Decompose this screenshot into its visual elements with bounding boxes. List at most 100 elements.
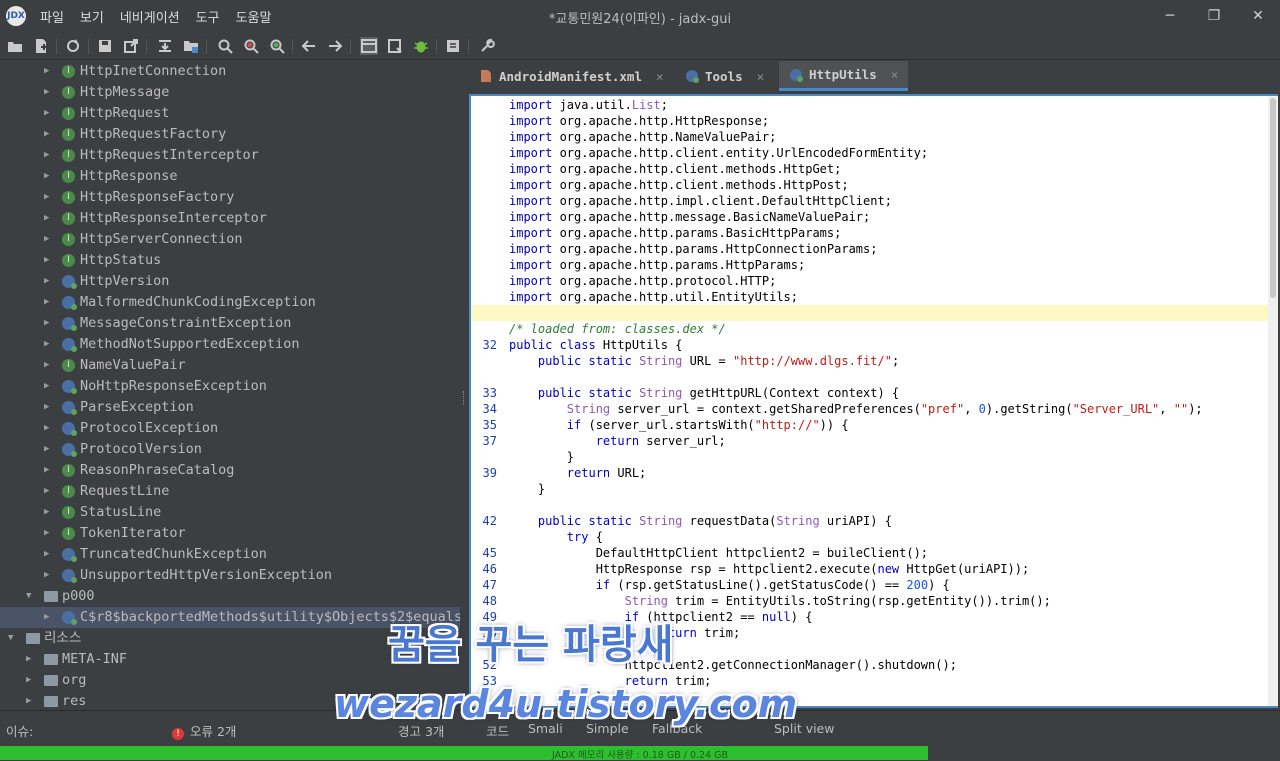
expand-arrow-icon[interactable]: ▶ [44,166,54,187]
tree-item[interactable]: ▶ I HttpRequestInterceptor [0,145,460,166]
back-icon[interactable] [300,37,318,55]
expand-arrow-icon[interactable]: ▶ [44,523,54,544]
reload-icon[interactable] [64,37,82,55]
line-number: 35 [482,418,497,432]
expand-arrow-icon[interactable]: ▶ [44,565,54,586]
code-line: /* loaded from: classes.dex */ [471,321,1268,337]
tree-item[interactable]: ▶ I HttpResponseInterceptor [0,208,460,229]
editor-scrollbar-thumb[interactable] [1270,98,1276,298]
decompiler-icon[interactable] [360,37,378,55]
expand-arrow-icon[interactable]: ▶ [44,376,54,397]
tree-item[interactable]: ▶ I StatusLine [0,502,460,523]
expand-arrow-icon[interactable]: ▶ [44,418,54,439]
collapse-arrow-icon[interactable]: ▼ [26,586,36,607]
open-icon[interactable] [6,37,24,55]
expand-arrow-icon[interactable]: ▶ [44,355,54,376]
tree-item[interactable]: ▶ HttpVersion [0,271,460,292]
class-icon [685,69,699,83]
expand-arrow-icon[interactable]: ▶ [44,313,54,334]
tree-item-package[interactable]: ▼ p000 [0,586,460,607]
expand-arrow-icon[interactable]: ▶ [44,250,54,271]
tree-item[interactable]: ▶ TruncatedChunkException [0,544,460,565]
tree-item[interactable]: ▶ I HttpResponse [0,166,460,187]
expand-arrow-icon[interactable]: ▶ [44,502,54,523]
code-line: 39 return URL; [471,465,1268,481]
expand-arrow-icon[interactable]: ▶ [44,187,54,208]
expand-arrow-icon[interactable]: ▶ [44,544,54,565]
save-icon[interactable] [96,37,114,55]
expand-arrow-icon[interactable]: ▶ [44,103,54,124]
flatten-icon[interactable] [182,37,200,55]
code-line: 32 public class HttpUtils { [471,337,1268,353]
tab-androidmanifest-xml[interactable]: AndroidManifest.xml × [469,61,674,91]
forward-icon[interactable] [326,37,344,55]
tree-item-label: HttpServerConnection [80,231,243,247]
expand-arrow-icon[interactable]: ▶ [44,334,54,355]
bookmark-icon[interactable] [386,37,404,55]
close-tab-icon[interactable]: × [891,67,899,82]
tree-item[interactable]: ▶ I HttpInetConnection [0,61,460,82]
tree-item[interactable]: ▶ MethodNotSupportedException [0,334,460,355]
tree-item[interactable]: ▶ I HttpRequestFactory [0,124,460,145]
tree-item[interactable]: ▶ I HttpResponseFactory [0,187,460,208]
code-line: 42 public static String requestData(Stri… [471,513,1268,529]
find-class-icon[interactable] [242,37,260,55]
tree-item[interactable]: ▶ MessageConstraintException [0,313,460,334]
expand-arrow-icon[interactable]: ▶ [44,481,54,502]
code-line: 46 HttpResponse rsp = httpclient2.execut… [471,561,1268,577]
code-line: import org.apache.http.client.methods.Ht… [471,177,1268,193]
expand-arrow-icon[interactable]: ▶ [44,292,54,313]
preferences-icon[interactable] [478,37,496,55]
tree-item[interactable]: ▶ I HttpStatus [0,250,460,271]
package-icon [44,591,58,602]
tree-item[interactable]: ▶ I ReasonPhraseCatalog [0,460,460,481]
tree-item-label: HttpRequest [80,105,170,121]
expand-arrow-icon[interactable]: ▶ [44,271,54,292]
tree-item[interactable]: ▶ I TokenIterator [0,523,460,544]
folder-icon [44,696,58,707]
expand-arrow-icon[interactable]: ▶ [44,124,54,145]
tree-item[interactable]: ▶ I RequestLine [0,481,460,502]
search-icon[interactable] [216,37,234,55]
line-number: 34 [482,402,497,416]
close-tab-icon[interactable]: × [656,69,664,84]
expand-arrow-icon[interactable]: ▶ [44,397,54,418]
close-button[interactable]: ✕ [1238,4,1278,28]
tree-item[interactable]: ▶ ParseException [0,397,460,418]
errors-indicator[interactable]: ! 오류 2개 [172,721,236,740]
tab-httputils[interactable]: HttpUtils × [779,61,909,91]
find-usage-icon[interactable] [268,37,286,55]
expand-arrow-icon[interactable]: ▶ [26,670,36,691]
tree-item[interactable]: ▶ MalformedChunkCodingException [0,292,460,313]
tree-item[interactable]: ▶ ProtocolVersion [0,439,460,460]
expand-arrow-icon[interactable]: ▶ [44,607,54,628]
tree-item[interactable]: ▶ ProtocolException [0,418,460,439]
expand-arrow-icon[interactable]: ▶ [44,460,54,481]
expand-arrow-icon[interactable]: ▶ [44,439,54,460]
expand-arrow-icon[interactable]: ▶ [44,208,54,229]
add-file-icon[interactable] [32,37,50,55]
tree-item[interactable]: ▶ UnsupportedHttpVersionException [0,565,460,586]
tree-item[interactable]: ▶ I HttpServerConnection [0,229,460,250]
tree-item[interactable]: ▶ I NameValuePair [0,355,460,376]
expand-arrow-icon[interactable]: ▶ [26,649,36,670]
resources-folder-icon [26,633,40,644]
collapse-arrow-icon[interactable]: ▼ [8,628,18,649]
tree-item[interactable]: ▶ I HttpMessage [0,82,460,103]
export-icon[interactable] [122,37,140,55]
sync-icon[interactable] [156,37,174,55]
expand-arrow-icon[interactable]: ▶ [44,82,54,103]
log-icon[interactable] [444,37,462,55]
folder-icon [44,675,58,686]
close-tab-icon[interactable]: × [757,69,765,84]
debug-icon[interactable] [412,37,430,55]
tree-item[interactable]: ▶ I HttpRequest [0,103,460,124]
tree-item[interactable]: ▶ NoHttpResponseException [0,376,460,397]
expand-arrow-icon[interactable]: ▶ [44,229,54,250]
tab-tools[interactable]: Tools × [675,61,774,91]
expand-arrow-icon[interactable]: ▶ [44,145,54,166]
expand-arrow-icon[interactable]: ▶ [26,691,36,709]
expand-arrow-icon[interactable]: ▶ [44,61,54,82]
minimize-button[interactable]: ─ [1150,4,1190,28]
maximize-button[interactable]: ❐ [1194,4,1234,28]
